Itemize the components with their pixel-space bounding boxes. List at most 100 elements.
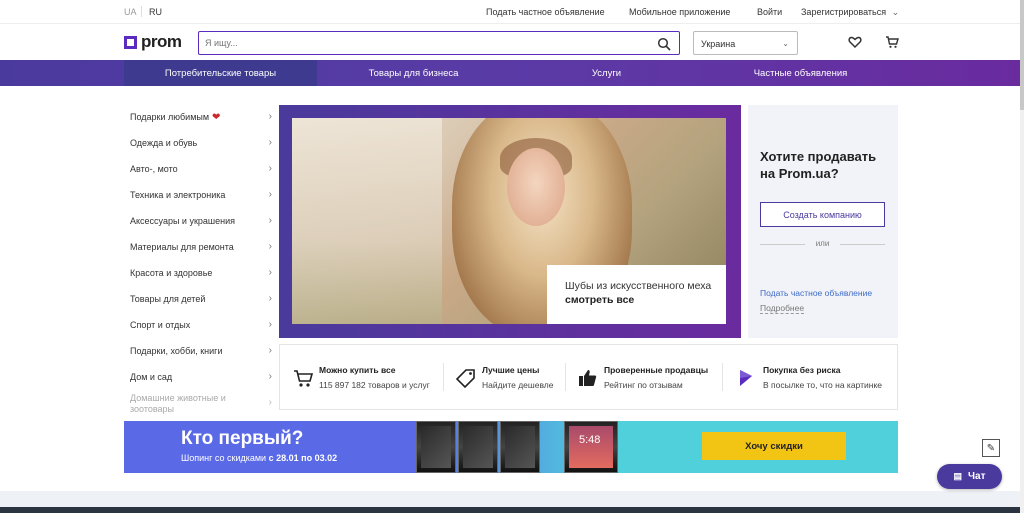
category-electronics[interactable]: Техника и электроника › (124, 182, 276, 208)
promo-banner[interactable]: Кто первый? Шопинг со скидками с 28.01 п… (124, 421, 898, 473)
phone-screen (505, 426, 535, 468)
promo-title: Кто первый? (181, 428, 304, 449)
category-label: Красота и здоровье (130, 268, 213, 278)
chevron-right-icon: › (268, 111, 272, 122)
mobile-app-link[interactable]: Мобильное приложение (629, 7, 730, 17)
banner-caption[interactable]: Шубы из искусственного меха смотреть все (547, 265, 726, 324)
hero-banner-image: Шубы из искусственного меха смотреть все (292, 118, 726, 324)
post-private-ad-link[interactable]: Подать частное объявление (760, 288, 872, 298)
phone-clock: 5:48 (579, 434, 601, 446)
price-tag-icon (455, 369, 475, 389)
search-icon[interactable] (657, 37, 671, 51)
feature-title: Лучшие цены (482, 365, 540, 375)
banner-background (292, 118, 442, 324)
feature-title: Проверенные продавцы (604, 365, 709, 375)
cart-icon (294, 370, 314, 387)
search-input[interactable] (205, 33, 645, 53)
region-value: Украина (701, 39, 736, 49)
divider-line (840, 244, 885, 245)
hero-banner[interactable]: Шубы из искусственного меха смотреть все (279, 105, 741, 338)
thumbs-up-icon (579, 370, 597, 386)
category-label: Авто-, мото (130, 164, 178, 174)
logo[interactable]: prom (124, 32, 182, 52)
category-label: Спорт и отдых (130, 320, 191, 330)
category-label: Аксессуары и украшения (130, 216, 235, 226)
category-label: Материалы для ремонта (130, 242, 234, 252)
category-label: Подарки, хобби, книги (130, 346, 223, 356)
promo-phone-image (416, 421, 456, 473)
register-link[interactable]: Зарегистрироваться ⌄ (801, 7, 899, 18)
category-auto[interactable]: Авто-, мото › (124, 156, 276, 182)
promo-phone-image (458, 421, 498, 473)
category-pets[interactable]: Домашние животные и зоотовары › (124, 390, 276, 414)
login-link[interactable]: Войти (757, 7, 782, 17)
favorites-heart-icon[interactable] (848, 35, 862, 49)
chevron-right-icon: › (268, 241, 272, 252)
promo-subtitle: Шопинг со скидками с 28.01 по 03.02 (181, 453, 337, 463)
promo-phone-image: 5:48 (564, 421, 618, 473)
want-discounts-button[interactable]: Хочу скидки (702, 432, 846, 460)
main-content: Подарки любимым ❤ › Одежда и обувь › Авт… (0, 86, 1020, 491)
page-scrollbar[interactable] (1020, 0, 1024, 513)
region-select[interactable]: Украина ⌄ (693, 31, 798, 55)
category-label: Домашние животные и зоотовары (130, 393, 226, 414)
category-beauty[interactable]: Красота и здоровье › (124, 260, 276, 286)
chevron-right-icon: › (268, 293, 272, 304)
feedback-icon[interactable]: ✎ (982, 439, 1000, 457)
nav-business-goods[interactable]: Товары для бизнеса (317, 60, 510, 86)
phone-screen (421, 426, 451, 468)
chat-button[interactable]: ▤ Чат (937, 464, 1002, 489)
nav-private-ads[interactable]: Частные объявления (703, 60, 898, 86)
banner-face (507, 148, 565, 226)
search-box (198, 31, 680, 55)
lang-divider (141, 6, 142, 17)
category-label: Товары для детей (130, 294, 206, 304)
chevron-right-icon: › (268, 137, 272, 148)
feature-title: Можно купить все (319, 365, 396, 375)
scrollbar-thumb[interactable] (1020, 0, 1024, 110)
category-gifts-loved[interactable]: Подарки любимым ❤ › (124, 104, 276, 130)
nav-consumer-goods[interactable]: Потребительские товары (124, 60, 317, 86)
promo-subtitle-dates: с 28.01 по 03.02 (268, 453, 338, 463)
category-clothing[interactable]: Одежда и обувь › (124, 130, 276, 156)
feature-divider (722, 363, 723, 391)
post-ad-link[interactable]: Подать частное объявление (486, 7, 605, 17)
register-label: Зарегистрироваться (801, 7, 887, 17)
logo-text: prom (141, 32, 182, 51)
category-label: Техника и электроника (130, 190, 226, 200)
sell-on-prom-box: Хотите продавать на Prom.ua? Создать ком… (748, 105, 898, 338)
feature-text: Найдите дешевле (482, 380, 554, 390)
feature-text: Рейтинг по отзывам (604, 380, 683, 390)
top-utility-bar: UA RU Подать частное объявление Мобильно… (0, 0, 1020, 24)
feature-text: 115 897 182 товаров и услуг (319, 380, 430, 390)
nav-services[interactable]: Услуги (510, 60, 703, 86)
more-info-link[interactable]: Подробнее (760, 303, 805, 314)
lang-ua-link[interactable]: UA (124, 7, 137, 17)
category-hobby[interactable]: Подарки, хобби, книги › (124, 338, 276, 364)
category-accessories[interactable]: Аксессуары и украшения › (124, 208, 276, 234)
chat-icon: ▤ (953, 471, 962, 481)
page: UA RU Подать частное объявление Мобильно… (0, 0, 1024, 513)
feature-title: Покупка без риска (763, 365, 841, 375)
cart-icon[interactable] (885, 35, 899, 49)
category-repair-materials[interactable]: Материалы для ремонта › (124, 234, 276, 260)
category-label: Дом и сад (130, 372, 173, 382)
chevron-right-icon: › (268, 371, 272, 382)
promo-subtitle-prefix: Шопинг со скидками (181, 453, 267, 463)
category-kids[interactable]: Товары для детей › (124, 286, 276, 312)
category-home-garden[interactable]: Дом и сад › (124, 364, 276, 390)
lang-ru-link[interactable]: RU (149, 7, 162, 17)
phone-screen (463, 426, 493, 468)
category-sport[interactable]: Спорт и отдых › (124, 312, 276, 338)
chevron-down-icon: ⌄ (891, 7, 900, 17)
feature-divider (565, 363, 566, 391)
chevron-right-icon: › (268, 189, 272, 200)
promo-phone-image (500, 421, 540, 473)
features-strip: Можно купить все 115 897 182 товаров и у… (279, 344, 898, 410)
logo-mark-icon (124, 35, 137, 49)
banner-caption-line1: Шубы из искусственного меха (565, 280, 712, 292)
create-company-button[interactable]: Создать компанию (760, 202, 885, 227)
chevron-right-icon: › (268, 319, 272, 330)
banner-caption-line2: смотреть все (565, 294, 635, 306)
chevron-right-icon: › (268, 267, 272, 278)
